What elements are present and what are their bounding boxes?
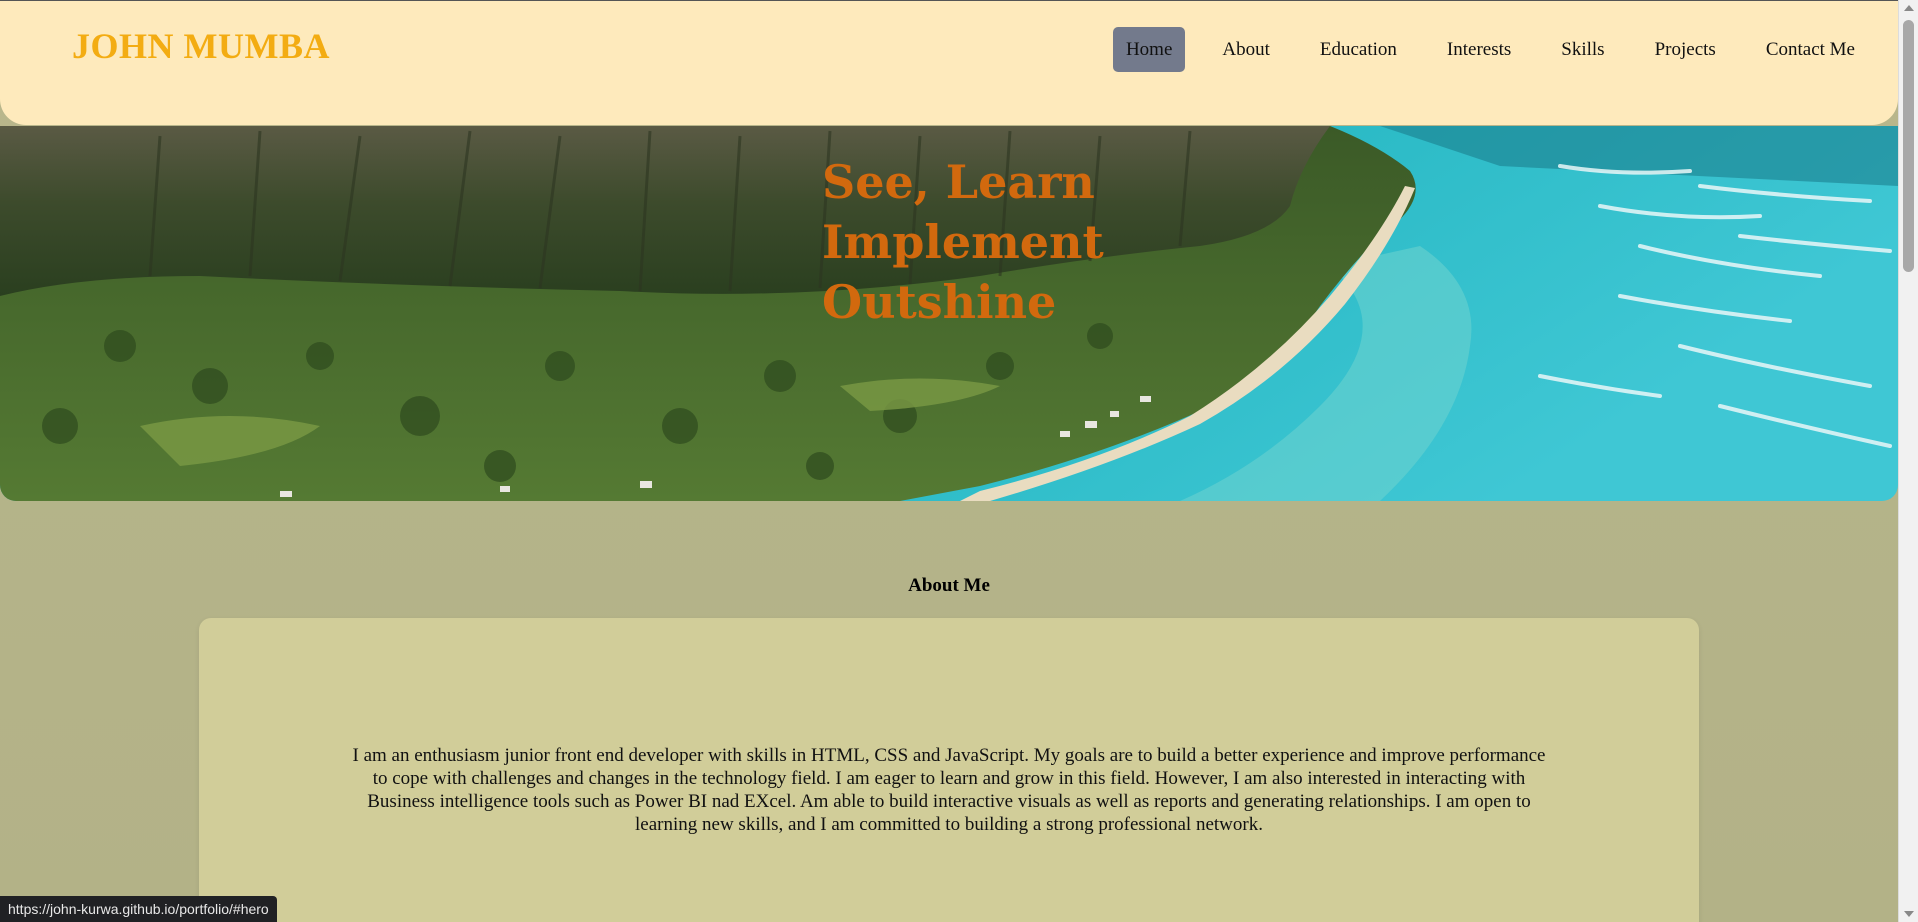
main-nav: Home About Education Interests Skills Pr…: [1089, 27, 1868, 72]
nav-home[interactable]: Home: [1112, 27, 1186, 72]
about-heading: About Me: [908, 575, 990, 596]
nav-interests[interactable]: Interests: [1434, 28, 1524, 71]
hero-line-1: See, Learn: [822, 155, 1095, 209]
nav-about[interactable]: About: [1209, 28, 1283, 71]
status-bar-url: https://john-kurwa.github.io/portfolio/#…: [0, 896, 277, 922]
page: JOHN MUMBA Home About Education Interest…: [0, 0, 1898, 922]
hero-line-2: Implement: [822, 215, 1104, 269]
scroll-down-arrow-icon[interactable]: [1904, 911, 1914, 917]
vertical-scrollbar[interactable]: [1898, 0, 1918, 922]
hero-section: See, Learn Implement Outshine: [0, 126, 1898, 501]
brand-logo[interactable]: JOHN MUMBA: [72, 25, 330, 67]
about-description: I am an enthusiasm junior front end deve…: [352, 745, 1546, 835]
about-card: I am an enthusiasm junior front end deve…: [199, 618, 1699, 922]
scrollbar-thumb[interactable]: [1903, 20, 1914, 272]
nav-education[interactable]: Education: [1307, 28, 1410, 71]
nav-skills[interactable]: Skills: [1548, 28, 1617, 71]
nav-projects[interactable]: Projects: [1642, 28, 1729, 71]
scroll-up-arrow-icon[interactable]: [1904, 5, 1914, 11]
nav-contact-me[interactable]: Contact Me: [1753, 28, 1868, 71]
hero-tagline: See, Learn Implement Outshine: [822, 152, 1104, 332]
hero-line-3: Outshine: [822, 275, 1057, 329]
site-header: JOHN MUMBA Home About Education Interest…: [0, 0, 1898, 125]
